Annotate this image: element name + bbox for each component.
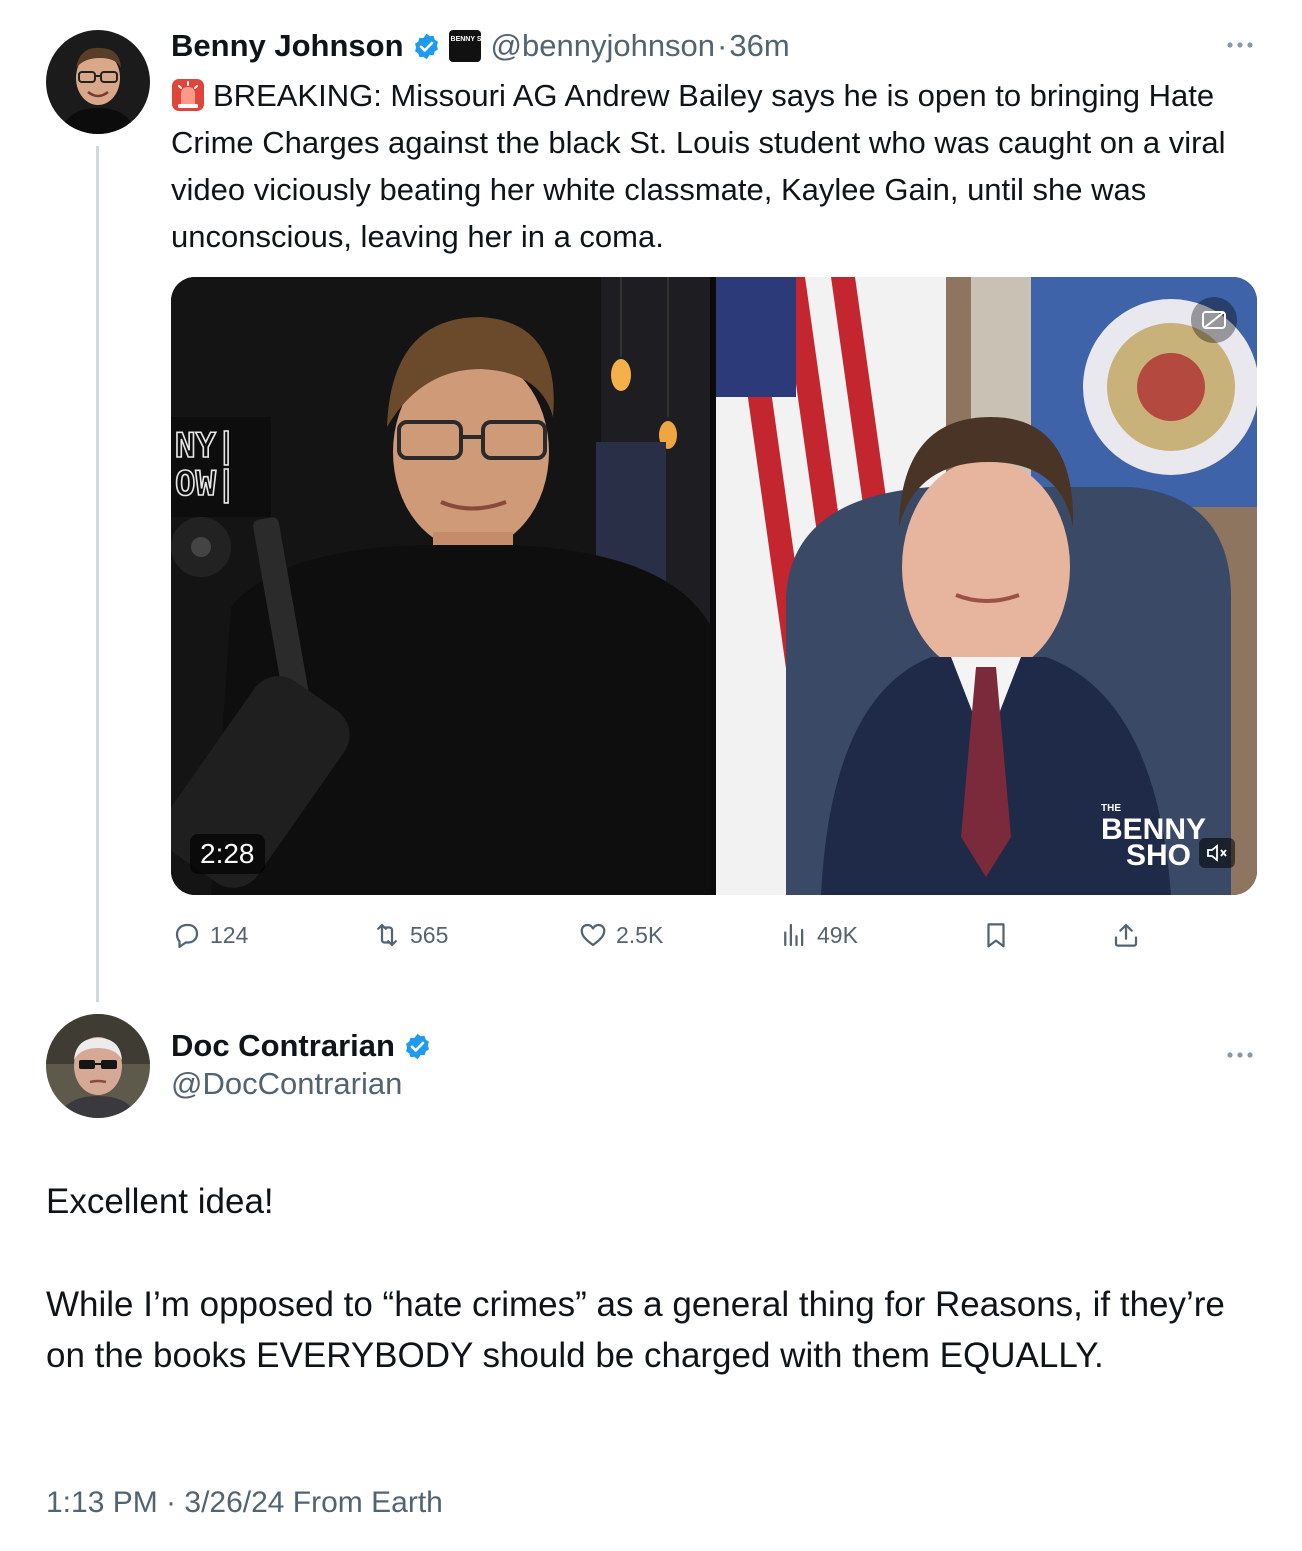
parent-tweet-text: BREAKING: Missouri AG Andrew Bailey says… [171, 72, 1256, 260]
repost-icon [377, 923, 397, 947]
separator-dot: · [717, 28, 728, 63]
reply-header: Doc Contrarian [171, 1024, 432, 1068]
video-watermark-line2: SHO [1126, 839, 1191, 872]
reply-author-handle[interactable]: @DocContrarian [171, 1066, 402, 1102]
like-action[interactable]: 2.5K [578, 918, 663, 952]
video-duration: 2:28 [190, 834, 265, 874]
reply-action[interactable]: 124 [172, 918, 248, 952]
author-handle[interactable]: @bennyjohnson [491, 28, 716, 64]
thread-line [96, 146, 99, 1002]
author-avatar[interactable] [46, 30, 150, 134]
svg-text:NY|: NY| [175, 426, 236, 466]
more-icon[interactable] [1225, 1040, 1255, 1066]
like-count: 2.5K [616, 921, 664, 948]
reply-count: 124 [210, 921, 249, 948]
repost-count: 565 [410, 921, 449, 948]
verified-badge-icon[interactable] [412, 32, 441, 61]
author-name[interactable]: Benny Johnson [171, 28, 404, 64]
video-frame: NY| OW| THE BENNY SHO [171, 277, 1257, 895]
svg-text:OW|: OW| [175, 464, 236, 504]
views-icon [784, 923, 804, 947]
video-player[interactable]: NY| OW| THE BENNY SHO [171, 277, 1257, 895]
reply-timestamp[interactable]: 1:13 PM · 3/26/24 From Earth [46, 1486, 443, 1520]
captions-icon[interactable] [1191, 297, 1237, 343]
repost-action[interactable]: 565 [372, 918, 448, 952]
siren-emoji-icon [171, 78, 205, 112]
reply-text: Excellent idea! While I’m opposed to “ha… [46, 1176, 1256, 1381]
reply-paragraph-1: Excellent idea! [46, 1182, 274, 1221]
like-icon [580, 923, 606, 947]
bookmark-action[interactable] [981, 918, 1019, 952]
muted-icon[interactable] [1199, 838, 1235, 868]
reply-paragraph-2: While I’m opposed to “hate crimes” as a … [46, 1285, 1225, 1375]
bookmark-icon [987, 923, 1005, 948]
verified-badge-icon[interactable] [403, 1032, 432, 1061]
reply-author-avatar[interactable] [46, 1014, 150, 1118]
reply-icon [175, 923, 199, 948]
post-time[interactable]: 36m [729, 28, 789, 64]
reply-author-name[interactable]: Doc Contrarian [171, 1028, 395, 1064]
more-icon[interactable] [1225, 30, 1255, 56]
org-affiliation-badge[interactable]: BENNY SHOW [448, 30, 481, 62]
share-action[interactable] [1111, 918, 1149, 952]
views-count: 49K [817, 921, 858, 948]
parent-header: Benny Johnson BENNY SHOW @bennyjohnson ·… [171, 24, 790, 68]
parent-tweet-body: BREAKING: Missouri AG Andrew Bailey says… [171, 78, 1235, 254]
share-icon [1114, 923, 1138, 947]
org-badge-text: BENNY SHOW [450, 36, 481, 43]
views-action[interactable]: 49K [779, 918, 858, 952]
